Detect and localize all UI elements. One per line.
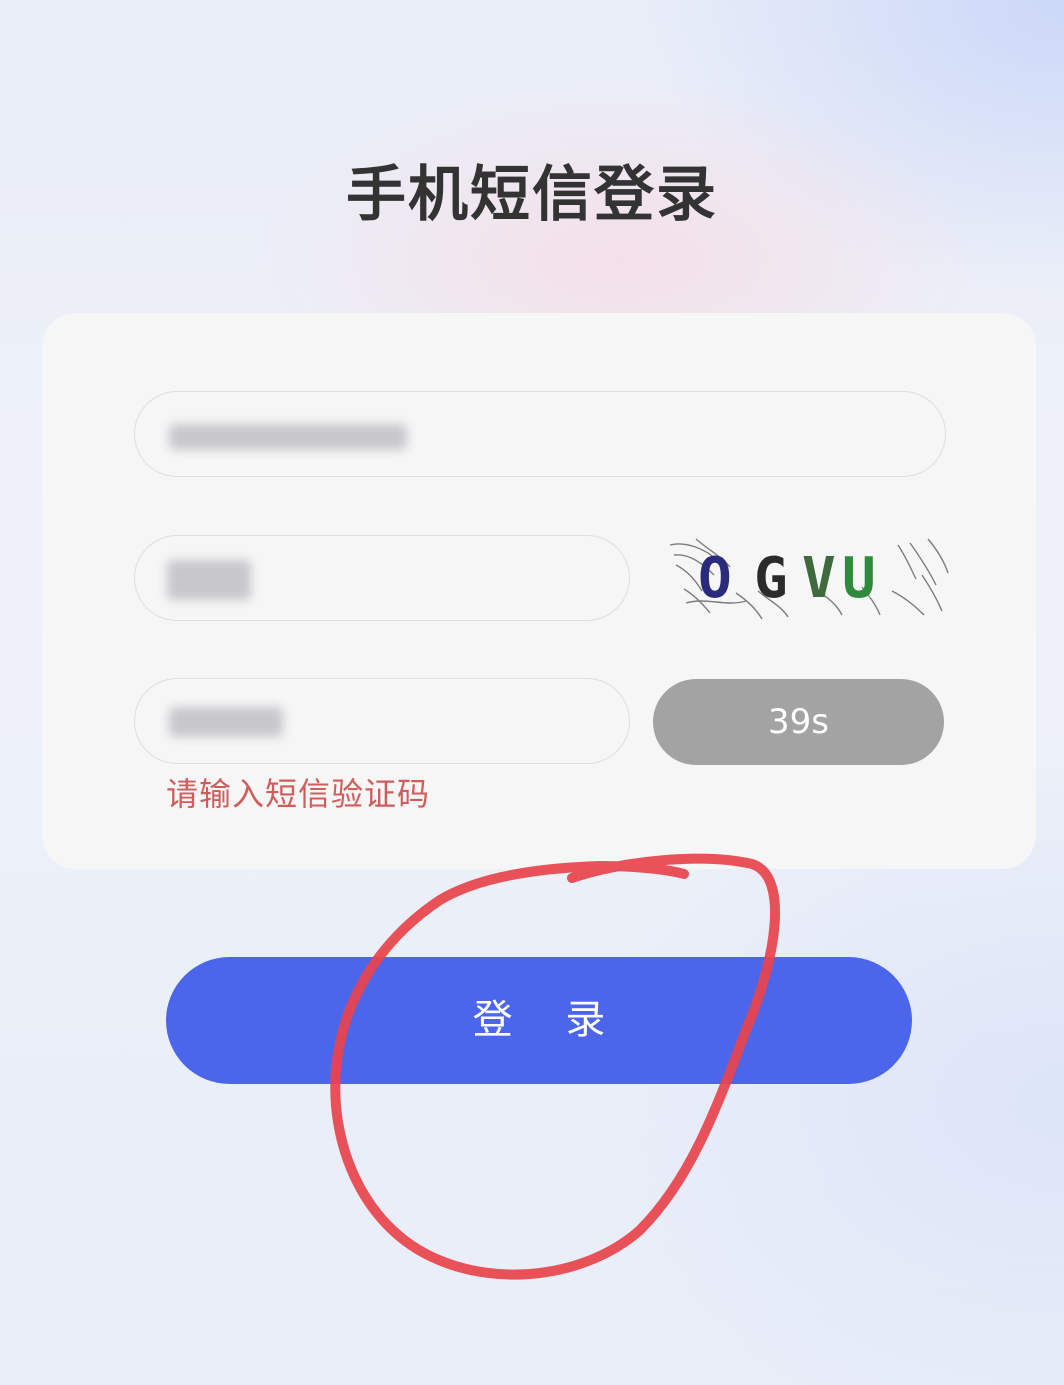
redacted-captcha-value	[167, 560, 251, 600]
login-button[interactable]: 登 录	[166, 957, 912, 1084]
captcha-field[interactable]	[134, 535, 630, 621]
page-title: 手机短信登录	[346, 160, 718, 230]
captcha-image[interactable]: O G V U	[666, 531, 950, 623]
captcha-characters: O G V U	[698, 546, 876, 611]
phone-number-field[interactable]	[134, 391, 946, 477]
captcha-char-4: U	[842, 546, 876, 611]
sms-code-field[interactable]	[134, 678, 630, 764]
sms-code-error-message: 请输入短信验证码	[166, 775, 431, 813]
resend-countdown-button[interactable]: 39s	[653, 679, 944, 765]
redacted-sms-code	[169, 707, 283, 737]
captcha-char-1: O	[698, 546, 732, 611]
captcha-char-3: V	[802, 546, 836, 611]
redacted-phone-number	[169, 424, 407, 450]
captcha-char-2: G	[754, 546, 788, 611]
login-form-card: O G V U 39s 请输入短信验证码	[42, 313, 1036, 869]
